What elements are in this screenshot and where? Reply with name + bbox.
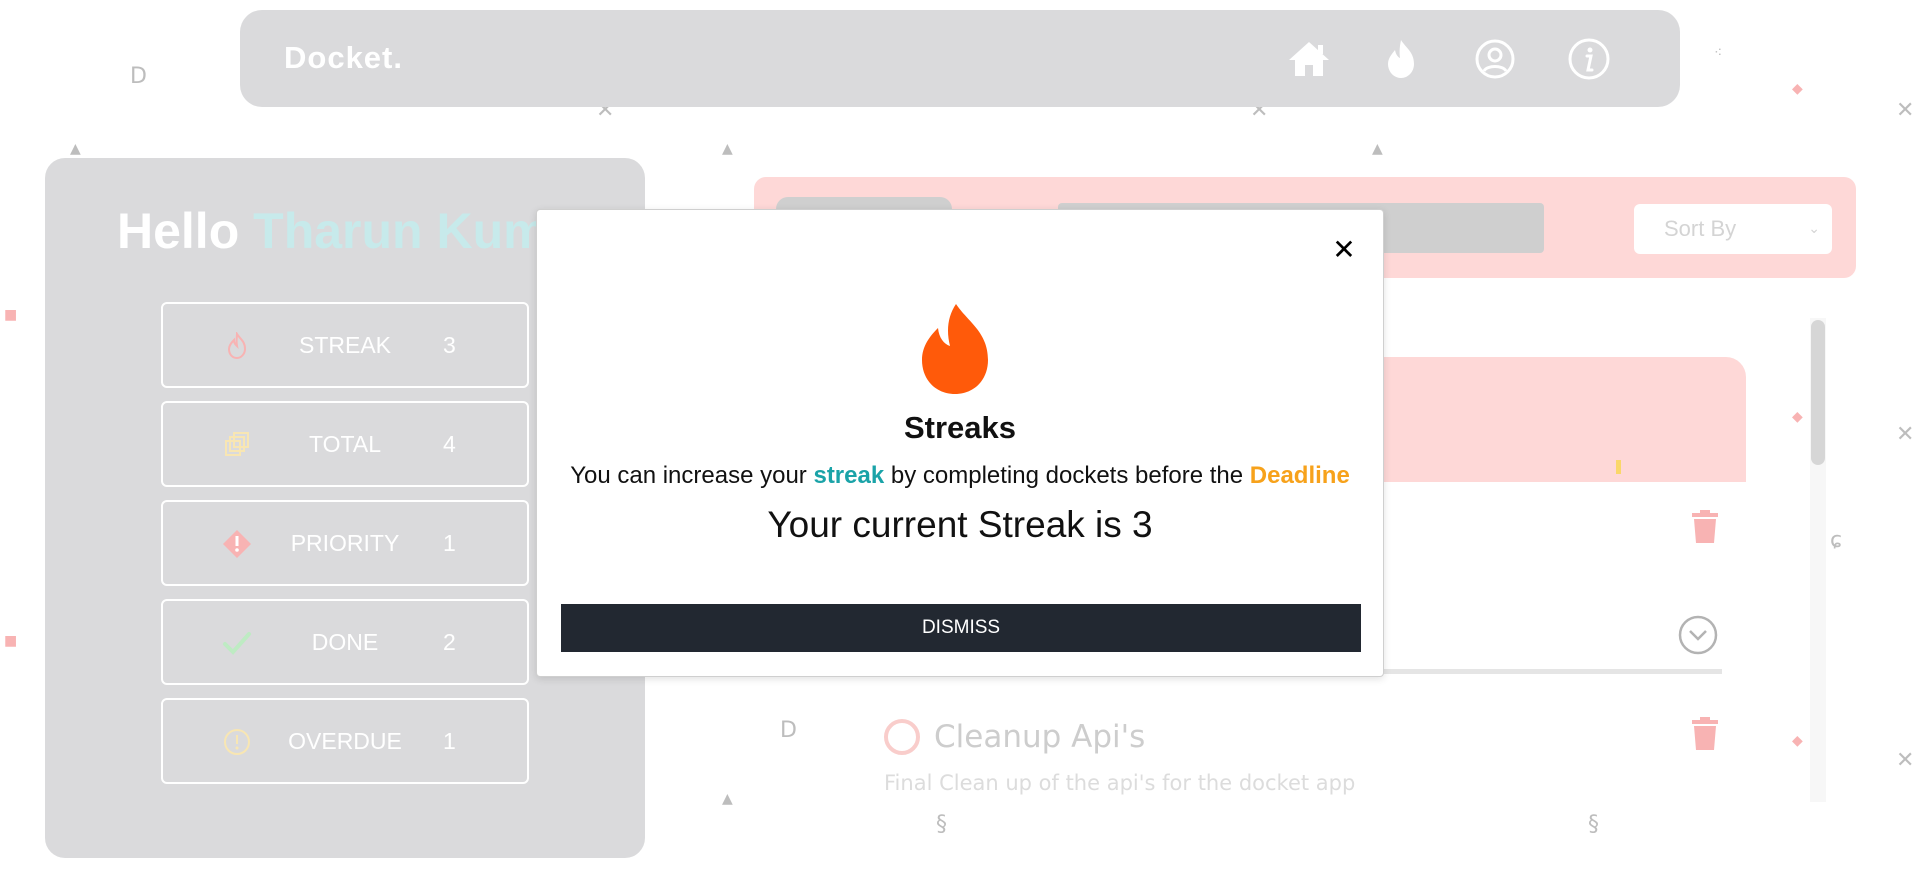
modal-description: You can increase your streak by completi… (537, 462, 1383, 490)
modal-text-prefix: You can increase your (570, 462, 807, 489)
streak-modal: ✕ Streaks You can increase your streak b… (536, 209, 1384, 677)
close-icon[interactable]: ✕ (1331, 233, 1357, 266)
modal-text-middle: by completing dockets before the (890, 462, 1244, 489)
highlight-streak: streak (813, 462, 885, 489)
highlight-deadline: Deadline (1249, 462, 1350, 489)
modal-title: Streaks (903, 410, 1017, 445)
flame-icon (918, 302, 992, 396)
dismiss-button[interactable]: DISMISS (561, 604, 1361, 652)
current-streak-text: Your current Streak is 3 (767, 504, 1153, 545)
